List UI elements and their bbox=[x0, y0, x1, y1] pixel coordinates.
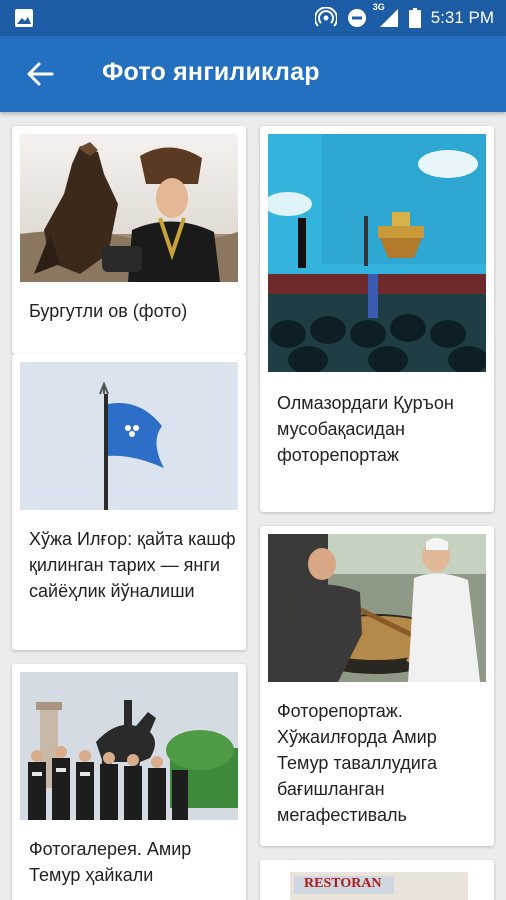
news-caption: Хўжа Илғор: қайта кашф қилинган тарих — … bbox=[29, 529, 236, 601]
news-caption: Фотогалерея. Амир Темур ҳайкали bbox=[29, 839, 192, 885]
news-thumbnail bbox=[20, 672, 238, 820]
news-caption: Фоторепортаж. Хўжаилғорда Амир Темур тав… bbox=[277, 701, 437, 825]
news-card[interactable]: Олмазордаги Қуръон мусобақасидан фотореп… bbox=[260, 126, 494, 512]
news-card[interactable]: Хўжа Илғор: қайта кашф қилинган тарих — … bbox=[12, 354, 246, 650]
status-bar: 3G 5:31 PM bbox=[0, 0, 506, 36]
back-arrow-icon[interactable] bbox=[26, 60, 54, 88]
news-caption: Бургутли ов (фото) bbox=[29, 301, 188, 321]
news-card[interactable]: Бургутли ов (фото) bbox=[12, 126, 246, 354]
app-bar: Фото янгиликлар bbox=[0, 36, 506, 112]
battery-icon bbox=[408, 8, 421, 28]
photo-news-grid: Бургутли ов (фото) Олмазордаги Қуръон му… bbox=[0, 112, 506, 900]
page-title: Фото янгиликлар bbox=[102, 58, 320, 86]
hotspot-icon bbox=[314, 7, 337, 27]
image-notification-icon bbox=[15, 9, 33, 27]
news-card[interactable]: RESTORAN bbox=[260, 860, 494, 900]
restaurant-sign: RESTORAN bbox=[304, 876, 382, 891]
network-type: 3G bbox=[372, 2, 385, 12]
news-thumbnail bbox=[20, 134, 238, 282]
news-thumbnail: RESTORAN bbox=[268, 868, 486, 900]
news-card[interactable]: Фоторепортаж. Хўжаилғорда Амир Темур тав… bbox=[260, 526, 494, 846]
signal-icon: 3G bbox=[373, 2, 399, 28]
news-caption: Олмазордаги Қуръон мусобақасидан фотореп… bbox=[277, 393, 454, 465]
news-card[interactable]: Фотогалерея. Амир Темур ҳайкали bbox=[12, 664, 246, 900]
do-not-disturb-icon bbox=[347, 9, 366, 27]
status-time: 5:31 PM bbox=[430, 8, 494, 27]
news-thumbnail bbox=[268, 134, 486, 372]
news-thumbnail bbox=[20, 362, 238, 510]
news-thumbnail bbox=[268, 534, 486, 682]
